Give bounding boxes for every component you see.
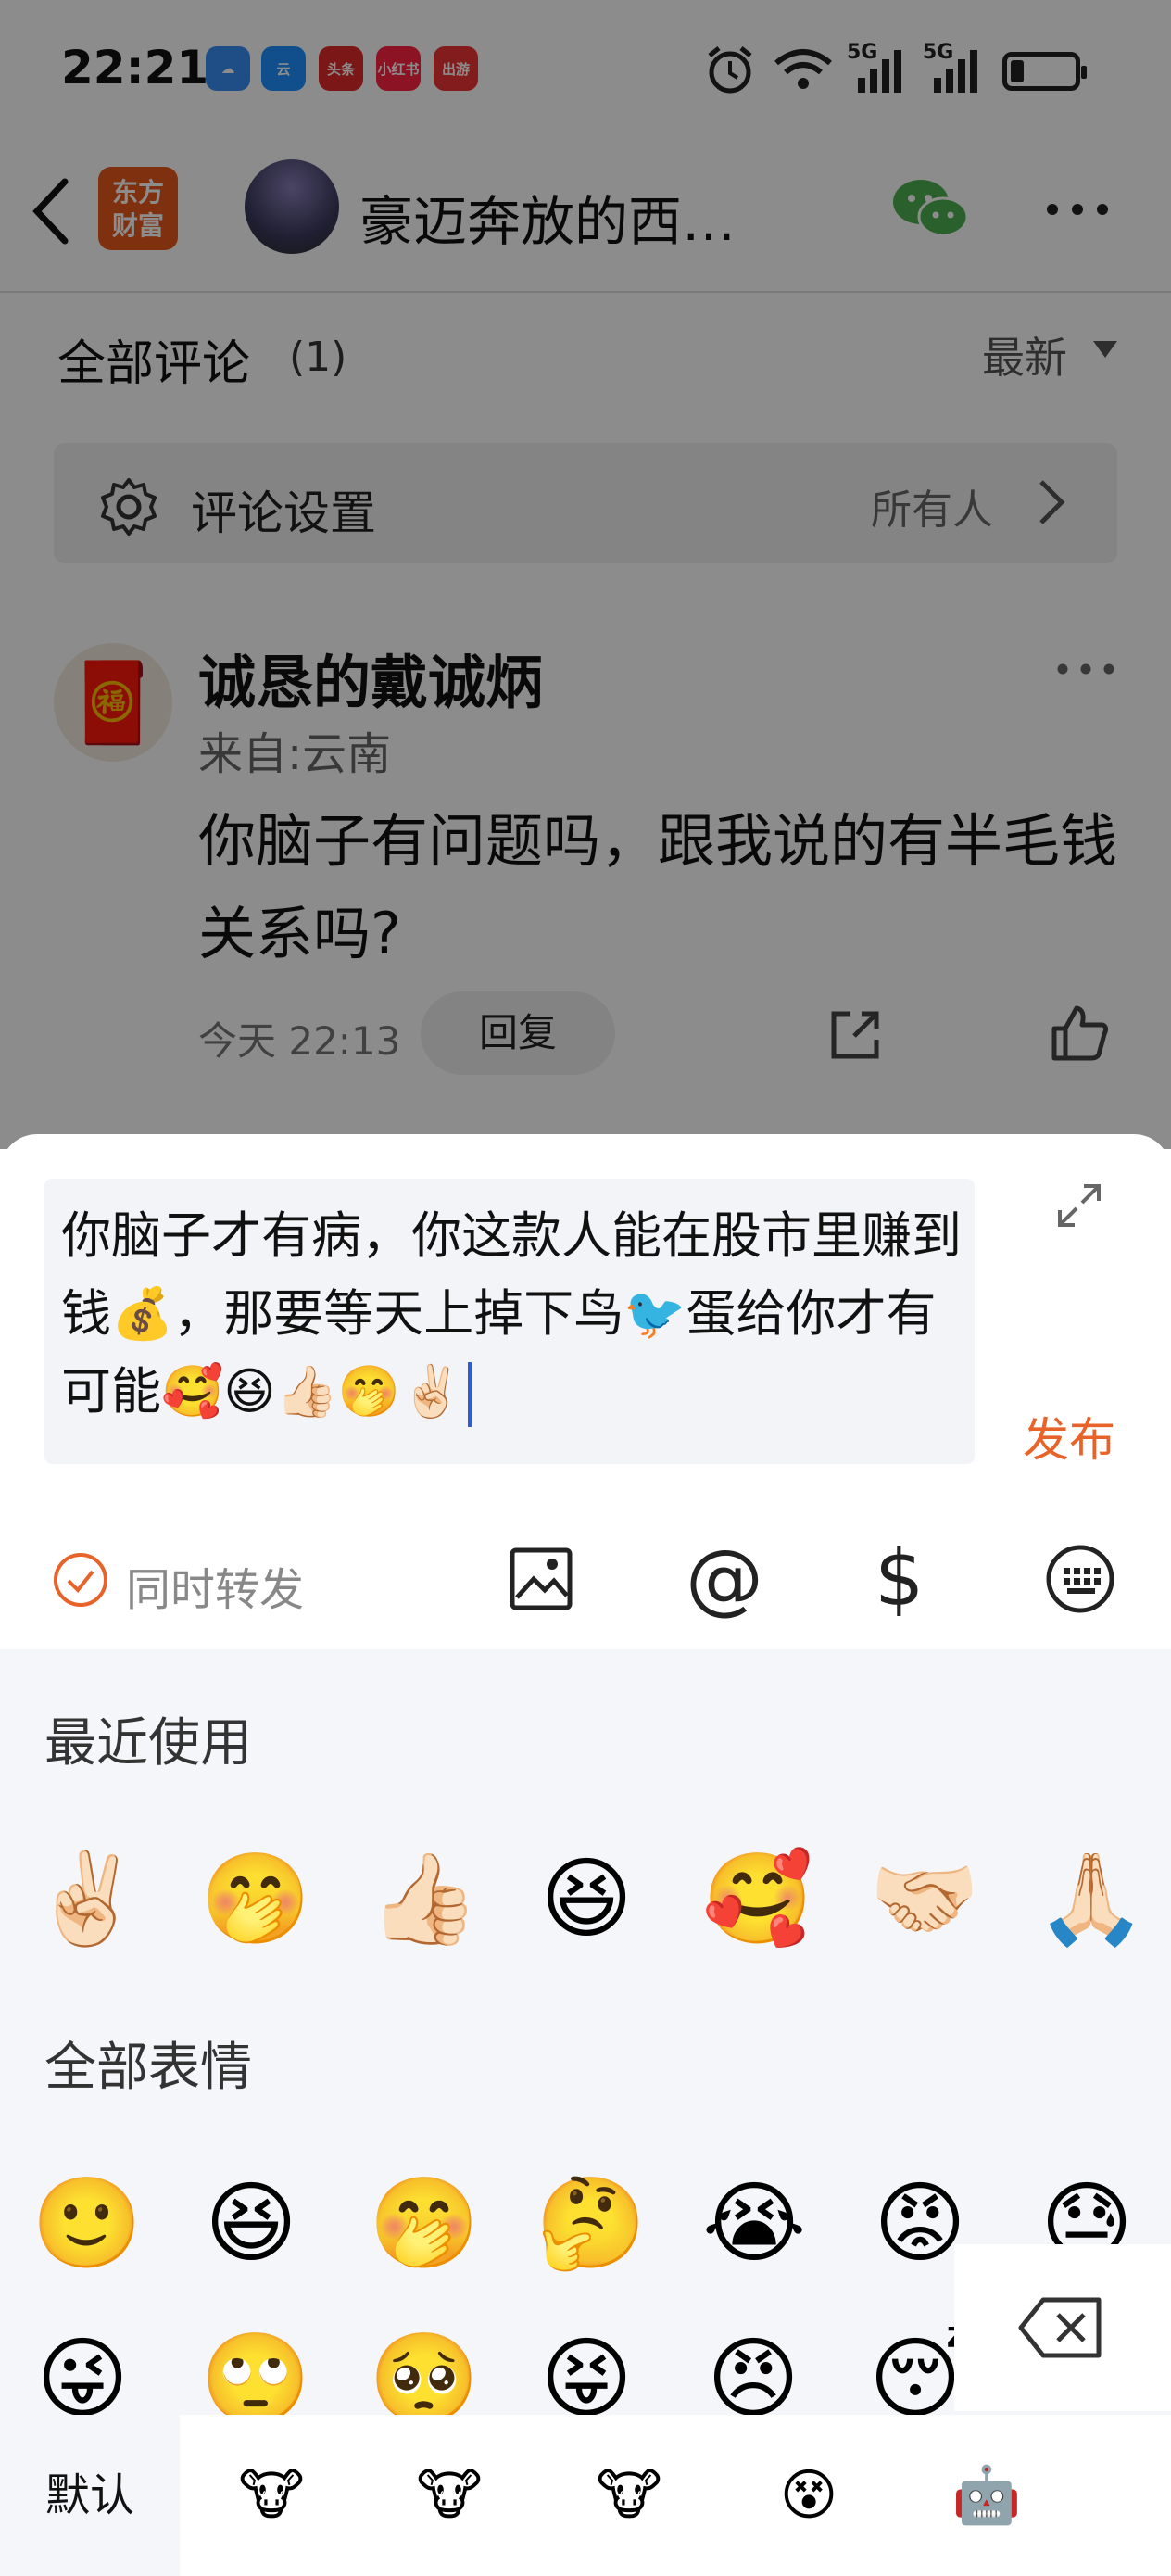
sticker-tab-4[interactable]: 😵 — [771, 2457, 847, 2533]
mention-icon[interactable]: @ — [686, 1533, 763, 1623]
sticker-tab-3[interactable]: 🐮 — [591, 2457, 667, 2533]
emoji-all-3[interactable]: 🤭 — [369, 2172, 480, 2274]
publish-button[interactable]: 发布 — [1023, 1403, 1115, 1470]
image-icon[interactable] — [508, 1546, 574, 1612]
text-cursor — [468, 1362, 472, 1428]
modal-overlay[interactable] — [0, 0, 1171, 1149]
all-emoji-title: 全部表情 — [44, 2038, 252, 2098]
forward-label[interactable]: 同时转发 — [126, 1553, 304, 1618]
emoji-all-5[interactable]: 😭 — [702, 2172, 806, 2274]
comment-input[interactable]: 你脑子才有病，你这款人能在股市里赚到钱💰，那要等天上掉下鸟🐦蛋给你才有可能🥰😆👍… — [61, 1197, 969, 1431]
emoji-recent-2[interactable]: 🤭 — [200, 1848, 311, 1950]
backspace-button[interactable] — [954, 2244, 1171, 2411]
forward-checkbox[interactable] — [54, 1553, 107, 1607]
emoji-recent-5[interactable]: 🥰 — [702, 1848, 813, 1950]
emoji-recent-7[interactable]: 🙏🏻 — [1036, 1848, 1147, 1950]
emoji-all-2[interactable]: 😆 — [200, 2172, 302, 2274]
emoji-recent-3[interactable]: 👍🏻 — [369, 1848, 480, 1950]
emoji-recent-1[interactable]: ✌🏻 — [31, 1848, 143, 1950]
emoji-recent-4[interactable]: 😆 — [535, 1848, 637, 1950]
sticker-tab-2[interactable]: 🐮 — [411, 2457, 487, 2533]
sticker-tab-1[interactable]: 🐮 — [233, 2457, 309, 2533]
emoji-all-4[interactable]: 🤔 — [535, 2172, 647, 2274]
check-icon — [67, 1570, 94, 1593]
recent-emoji-title: 最近使用 — [44, 1713, 252, 1774]
backspace-icon — [1018, 2297, 1102, 2358]
screen: { "status_bar": { "time": "22:21", "apps… — [0, 0, 1171, 2576]
expand-icon[interactable] — [1056, 1182, 1102, 1229]
emoji-recent-6[interactable]: 🤝🏻 — [869, 1848, 980, 1950]
sticker-tab-5[interactable]: 🤖 — [949, 2457, 1025, 2533]
emoji-all-1[interactable]: 🙂 — [31, 2172, 143, 2274]
stock-dollar-icon[interactable]: $ — [875, 1533, 924, 1623]
keyboard-icon[interactable] — [1045, 1544, 1115, 1614]
tab-default[interactable]: 默认 — [0, 2415, 180, 2576]
